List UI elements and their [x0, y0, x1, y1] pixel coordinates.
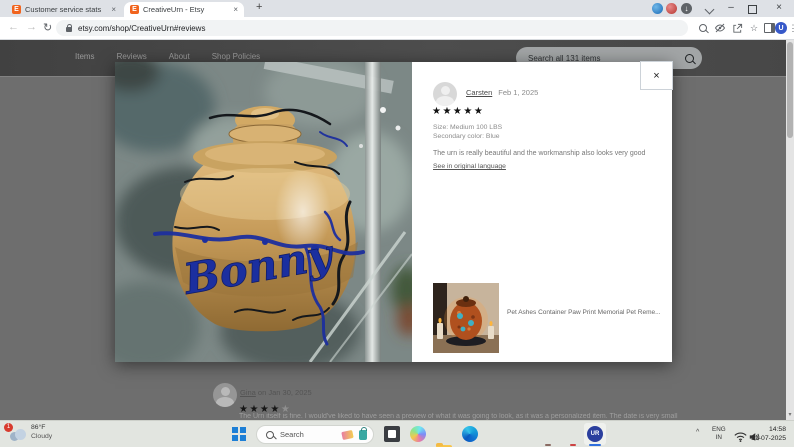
review-photo[interactable]: Bonny	[115, 62, 412, 362]
nav-items[interactable]: Items	[75, 52, 95, 61]
nav-about[interactable]: About	[169, 52, 190, 61]
etsy-favicon: E	[130, 5, 139, 14]
address-bar[interactable]: etsy.com/shop/CreativeUrn#reviews	[56, 20, 688, 36]
review-text: The urn is really beautiful and the work…	[433, 149, 669, 158]
new-tab-button[interactable]: +	[256, 1, 262, 13]
notification-badge: 1	[4, 423, 13, 432]
reviewer-name-line: Carsten Feb 1, 2025	[466, 88, 538, 97]
tray-chevron-up-icon[interactable]: ^	[696, 429, 699, 436]
tab-creativeurn-etsy[interactable]: E CreativeUrn - Etsy ×	[124, 2, 244, 17]
weather-temp: 86°F	[31, 424, 52, 433]
window-maximize-button[interactable]	[748, 5, 757, 14]
weather-widget[interactable]: 1 86°F Cloudy	[8, 424, 52, 442]
urban-browser-icon[interactable]: UR	[587, 426, 603, 442]
bookmark-star-icon[interactable]: ☆	[747, 21, 761, 35]
scrollbar-thumb[interactable]	[787, 42, 793, 138]
browser-toolbar: ← → ↻ etsy.com/shop/CreativeUrn#reviews …	[0, 17, 794, 40]
extension-red-icon[interactable]	[666, 3, 677, 14]
search-highlight-ticket-icon	[341, 429, 353, 439]
tab-label: CreativeUrn - Etsy	[143, 5, 229, 14]
window-close-button[interactable]: ×	[772, 1, 786, 15]
running-indicator	[545, 444, 551, 446]
start-button[interactable]	[232, 427, 246, 441]
active-running-indicator	[589, 444, 601, 446]
see-original-language-link[interactable]: See in original language	[433, 163, 506, 170]
language-indicator[interactable]: ENG IN	[712, 426, 726, 442]
reviewer-link[interactable]: Gina	[240, 388, 256, 397]
review-photo-modal: Bonny × Carsten Feb 1, 2025 ★★★★★ Size: M…	[115, 62, 672, 362]
reviewer-link[interactable]: Carsten	[466, 88, 492, 97]
copilot-icon[interactable]	[410, 426, 426, 442]
back-icon[interactable]: ←	[8, 21, 19, 33]
extension-globe-icon[interactable]	[652, 3, 663, 14]
url-text: etsy.com/shop/CreativeUrn#reviews	[78, 24, 205, 33]
taskbar-search-placeholder: Search	[280, 430, 336, 439]
reload-icon[interactable]: ↻	[43, 21, 52, 34]
review-size-line: Size: Medium 100 LBS	[433, 124, 502, 131]
reviewer-avatar	[213, 383, 237, 407]
nav-shop-policies[interactable]: Shop Policies	[212, 52, 260, 61]
zoom-icon[interactable]	[696, 21, 710, 35]
search-icon	[685, 54, 694, 63]
desktop-screen: E Customer service stats × E CreativeUrn…	[0, 0, 794, 447]
window-minimize-button[interactable]: –	[724, 1, 738, 15]
edge-icon[interactable]	[462, 426, 478, 442]
review-stars: ★★★★★	[432, 106, 484, 117]
review-detail-panel: × Carsten Feb 1, 2025 ★★★★★ Size: Medium …	[412, 62, 672, 362]
menu-kebab-icon[interactable]: ⋮	[786, 21, 794, 35]
reviewer-avatar	[433, 82, 457, 106]
tab-label: Customer service stats	[25, 5, 107, 14]
download-extension-icon[interactable]: ↓	[681, 3, 692, 14]
clock-widget[interactable]: 14:58 21-07-2025	[751, 426, 786, 444]
tray-date: 21-07-2025	[751, 435, 786, 444]
review-color-line: Secondary color: Blue	[433, 133, 500, 140]
reviewer-name-line: Gina on Jan 30, 2025	[240, 388, 312, 397]
lock-icon	[66, 27, 72, 32]
tray-time: 14:58	[751, 426, 786, 435]
search-icon	[266, 431, 274, 439]
scrollbar-down-icon[interactable]: ▾	[786, 411, 794, 418]
product-thumbnail[interactable]	[433, 283, 499, 353]
review-date: Feb 1, 2025	[498, 88, 538, 97]
search-highlight-bag-icon	[359, 430, 367, 440]
browser-tab-strip: E Customer service stats × E CreativeUrn…	[0, 0, 794, 17]
review-text: The Urn itself is fine. I would've liked…	[239, 413, 784, 420]
tab-customer-service-stats[interactable]: E Customer service stats ×	[6, 2, 122, 17]
task-view-icon[interactable]	[384, 426, 400, 442]
tab-close-icon[interactable]: ×	[233, 5, 238, 14]
chevron-down-icon[interactable]	[705, 5, 715, 15]
cloud-icon: 1	[8, 429, 26, 441]
running-indicator	[570, 444, 576, 446]
windows-taskbar: 1 86°F Cloudy Search UR ^ ENG	[0, 420, 794, 447]
page-scrollbar[interactable]: ▾	[786, 40, 794, 420]
share-icon[interactable]	[730, 21, 744, 35]
modal-close-button[interactable]: ×	[640, 61, 673, 90]
taskbar-search[interactable]: Search	[256, 425, 374, 444]
eye-blocked-icon[interactable]	[713, 21, 727, 35]
product-title-link[interactable]: Pet Ashes Container Paw Print Memorial P…	[507, 309, 663, 316]
shop-nav: Items Reviews About Shop Policies	[75, 52, 260, 61]
forward-icon[interactable]: →	[26, 21, 37, 33]
nav-reviews[interactable]: Reviews	[117, 52, 147, 61]
tab-close-icon[interactable]: ×	[111, 5, 116, 14]
weather-condition: Cloudy	[31, 433, 52, 442]
wifi-icon[interactable]	[734, 429, 747, 447]
etsy-favicon: E	[12, 5, 21, 14]
